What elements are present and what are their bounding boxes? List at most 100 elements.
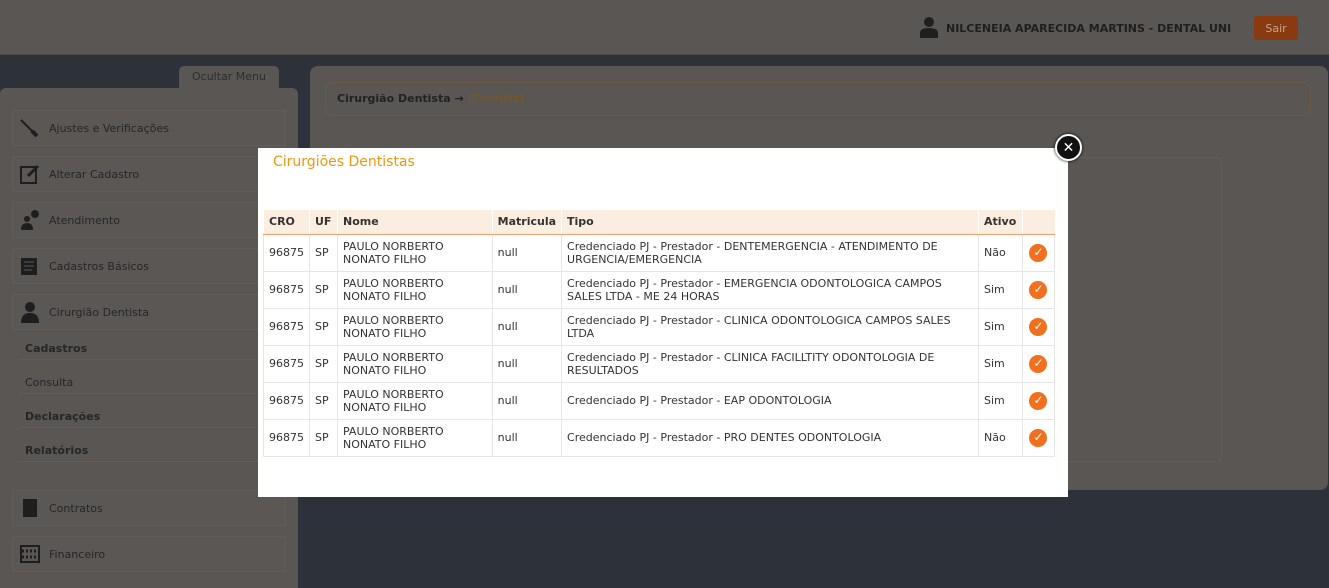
table-row: 96875 SP PAULO NORBERTO NONATO FILHO null Cr… [263,418,1056,457]
sidebar-item-financeiro[interactable]: Financeiro [12,536,286,572]
sidebar-item-label: Contratos [49,501,103,515]
user-icon [920,16,938,41]
cell-select: ✓ [1021,233,1056,272]
col-uf: UF [309,210,338,235]
submenu-declaracoes[interactable]: Declarações [19,406,279,428]
cell-ativo: Não [977,418,1023,457]
cell-cro: 96875 [263,381,310,420]
breadcrumb-current[interactable]: (Consulta) [468,92,525,105]
cell-nome: PAULO NORBERTO NONATO FILHO [336,270,493,309]
col-nome: Nome [336,210,493,235]
cell-uf: SP [309,344,338,383]
dentists-modal: Cirurgiões Dentistas CRO UF Nome Matricu… [258,148,1068,497]
select-check-icon[interactable]: ✓ [1029,428,1048,447]
col-ativo: Ativo [977,210,1023,235]
cell-tipo: Credenciado PJ - Prestador - PRO DENTES … [561,418,979,457]
cell-ativo: Sim [977,381,1023,420]
cell-select: ✓ [1021,344,1056,383]
cell-matricula: null [491,233,563,272]
cell-uf: SP [309,381,338,420]
close-modal-button[interactable]: ✕ [1055,134,1082,161]
cell-uf: SP [309,307,338,346]
sidebar-item-alterar-cadastro[interactable]: Alterar Cadastro [12,156,286,192]
list-icon [19,255,41,277]
table-row: 96875 SP PAULO NORBERTO NONATO FILHO null Cr… [263,307,1056,346]
cell-ativo: Não [977,233,1023,272]
logout-button[interactable]: Sair [1254,16,1298,40]
cell-matricula: null [491,344,563,383]
col-tipo: Tipo [561,210,979,235]
cell-uf: SP [309,233,338,272]
cell-nome: PAULO NORBERTO NONATO FILHO [336,381,493,420]
modal-title: Cirurgiões Dentistas [273,154,415,170]
cell-cro: 96875 [263,270,310,309]
cell-nome: PAULO NORBERTO NONATO FILHO [336,307,493,346]
cell-tipo: Credenciado PJ - Prestador - DENTEMERGEN… [561,233,979,272]
hide-menu-button[interactable]: Ocultar Menu [179,66,279,90]
cell-ativo: Sim [977,344,1023,383]
top-header: NILCENEIA APARECIDA MARTINS - DENTAL UNI… [0,0,1329,55]
sidebar-item-ajustes[interactable]: Ajustes e Verificações [12,110,286,146]
cell-select: ✓ [1021,307,1056,346]
abacus-icon [19,543,41,565]
cell-matricula: null [491,418,563,457]
cell-tipo: Credenciado PJ - Prestador - CLINICA FAC… [561,344,979,383]
user-icon [19,301,41,323]
col-cro: CRO [263,210,310,235]
edit-icon [19,163,41,185]
col-matricula: Matricula [491,210,562,235]
breadcrumb-section: Cirurgião Dentista → [337,92,464,105]
sidebar-item-cirurgiao-dentista[interactable]: Cirurgião Dentista [12,294,286,330]
document-icon [19,497,41,519]
cell-cro: 96875 [263,233,310,272]
sidebar-item-atendimento[interactable]: Atendimento [12,202,286,238]
cell-cro: 96875 [263,418,310,457]
cell-tipo: Credenciado PJ - Prestador - CLINICA ODO… [561,307,979,346]
sidebar-item-cadastros-basicos[interactable]: Cadastros Básicos [12,248,286,284]
cell-nome: PAULO NORBERTO NONATO FILHO [336,418,493,457]
cell-nome: PAULO NORBERTO NONATO FILHO [336,233,493,272]
cell-select: ✓ [1021,270,1056,309]
cell-matricula: null [491,381,563,420]
select-check-icon[interactable]: ✓ [1029,391,1048,410]
cell-tipo: Credenciado PJ - Prestador - EAP ODONTOL… [561,381,979,420]
cell-select: ✓ [1021,381,1056,420]
cell-matricula: null [491,270,563,309]
cell-nome: PAULO NORBERTO NONATO FILHO [336,344,493,383]
dentists-table: CRO UF Nome Matricula Tipo Ativo 96875 SP… [263,210,1056,457]
table-row: 96875 SP PAULO NORBERTO NONATO FILHO null Cr… [263,381,1056,420]
cell-cro: 96875 [263,344,310,383]
cell-select: ✓ [1021,418,1056,457]
cell-ativo: Sim [977,307,1023,346]
table-row: 96875 SP PAULO NORBERTO NONATO FILHO null Cr… [263,344,1056,383]
cell-uf: SP [309,418,338,457]
breadcrumb: Cirurgião Dentista → (Consulta) [325,82,1311,116]
select-check-icon[interactable]: ✓ [1029,317,1048,336]
close-icon: ✕ [1062,139,1075,156]
cell-matricula: null [491,307,563,346]
user-info: NILCENEIA APARECIDA MARTINS - DENTAL UNI [920,16,1231,40]
sidebar-item-label: Alterar Cadastro [49,167,140,181]
sidebar-item-label: Cirurgião Dentista [49,305,149,319]
table-row: 96875 SP PAULO NORBERTO NONATO FILHO null Cr… [263,270,1056,309]
table-row: 96875 SP PAULO NORBERTO NONATO FILHO null Cr… [263,233,1056,272]
tools-icon [19,117,41,139]
sidebar-item-label: Ajustes e Verificações [49,121,169,135]
cell-cro: 96875 [263,307,310,346]
col-action [1021,210,1055,235]
select-check-icon[interactable]: ✓ [1029,354,1048,373]
select-check-icon[interactable]: ✓ [1029,280,1048,299]
submenu-relatorios[interactable]: Relatórios [19,440,279,462]
sidebar-item-label: Cadastros Básicos [49,259,150,273]
cell-ativo: Sim [977,270,1023,309]
sidebar-item-label: Atendimento [49,213,120,227]
sidebar-item-label: Financeiro [49,547,106,561]
cell-tipo: Credenciado PJ - Prestador - EMERGENCIA … [561,270,979,309]
support-icon [19,209,41,231]
cell-uf: SP [309,270,338,309]
user-name: NILCENEIA APARECIDA MARTINS - DENTAL UNI [946,21,1232,35]
submenu-cadastros[interactable]: Cadastros [19,338,279,360]
select-check-icon[interactable]: ✓ [1029,243,1048,262]
sidebar-item-contratos[interactable]: Contratos [12,490,286,526]
submenu-consulta[interactable]: Consulta [19,372,279,394]
